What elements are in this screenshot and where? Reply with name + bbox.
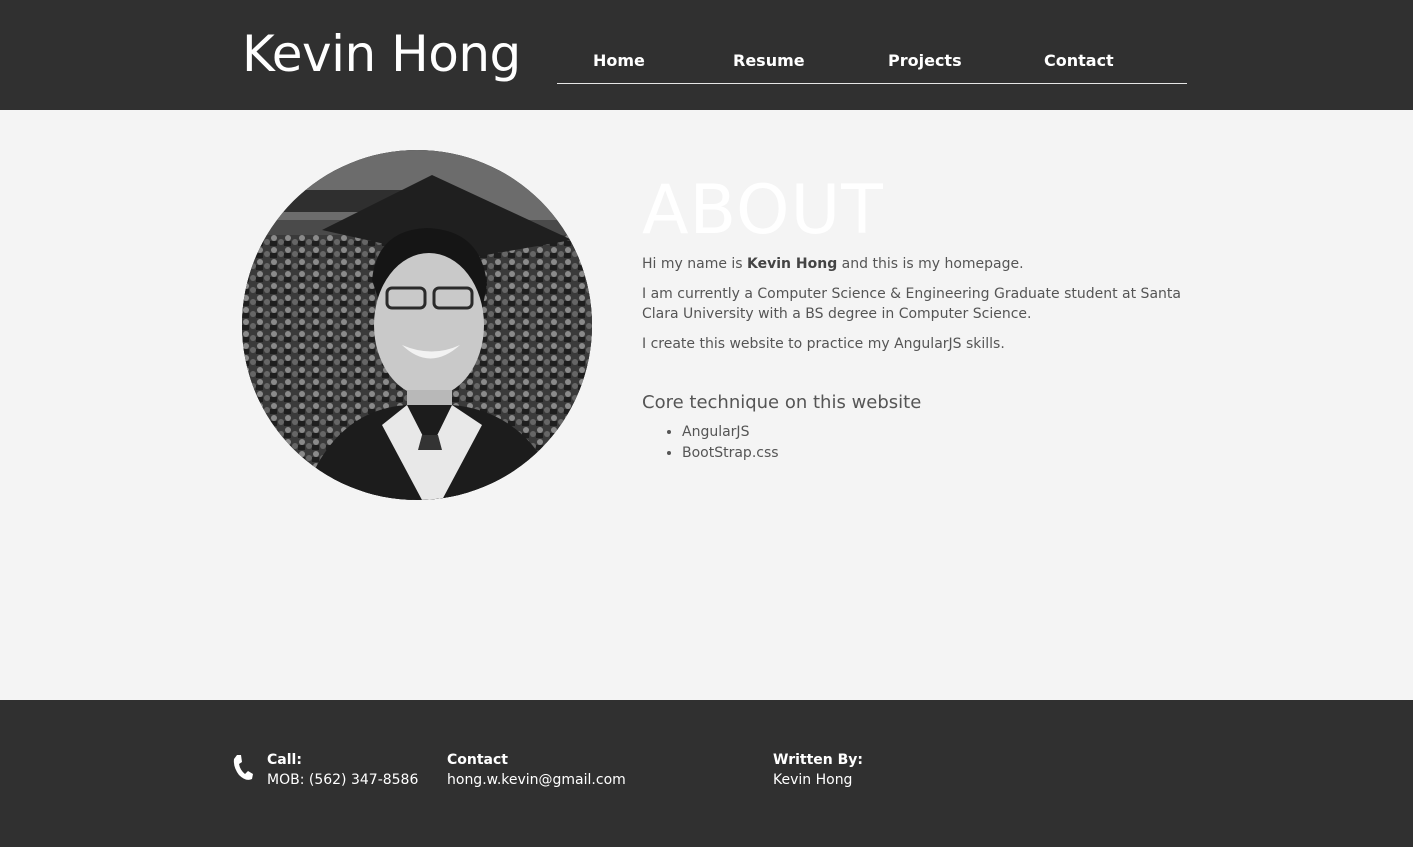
call-label: Call: — [267, 752, 302, 768]
intro-prefix: Hi my name is — [642, 256, 748, 272]
core-technique-title: Core technique on this website — [642, 392, 922, 413]
about-purpose: I create this website to practice my Ang… — [642, 336, 1005, 352]
nav-contact-link[interactable]: Contact — [1044, 51, 1114, 70]
main-nav: Home Resume Projects Contact — [557, 44, 1187, 84]
phone-number: MOB: (562) 347-8586 — [267, 772, 419, 788]
site-footer: Call: MOB: (562) 347-8586 Contact hong.w… — [0, 700, 1413, 847]
intro-name: Kevin Hong — [747, 256, 838, 272]
main-content: ABOUT Hi my name is Kevin Hong and this … — [0, 110, 1413, 700]
core-technique-list: AngularJS BootStrap.css — [642, 422, 1182, 464]
site-header: Kevin Hong Home Resume Projects Contact — [0, 0, 1413, 110]
list-item: BootStrap.css — [682, 443, 1182, 464]
about-title: ABOUT — [642, 171, 884, 250]
about-education: I am currently a Computer Science & Engi… — [642, 286, 1181, 322]
about-intro: Hi my name is Kevin Hong and this is my … — [642, 254, 1182, 274]
footer-written-by: Written By: Kevin Hong — [773, 750, 863, 790]
email-link[interactable]: hong.w.kevin@gmail.com — [447, 772, 626, 788]
site-title: Kevin Hong — [242, 25, 521, 83]
intro-suffix: and this is my homepage. — [837, 256, 1024, 272]
footer-call: Call: MOB: (562) 347-8586 — [267, 750, 418, 790]
contact-label: Contact — [447, 752, 508, 768]
written-by-label: Written By: — [773, 752, 864, 768]
nav-home-link[interactable]: Home — [593, 51, 645, 70]
nav-projects-link[interactable]: Projects — [888, 51, 962, 70]
footer-contact: Contact hong.w.kevin@gmail.com — [447, 750, 626, 790]
phone-icon — [233, 755, 253, 780]
author-name: Kevin Hong — [773, 772, 853, 788]
list-item: AngularJS — [682, 422, 1182, 443]
about-section: ABOUT Hi my name is Kevin Hong and this … — [642, 168, 1182, 464]
profile-photo — [242, 150, 592, 500]
nav-resume-link[interactable]: Resume — [733, 51, 805, 70]
